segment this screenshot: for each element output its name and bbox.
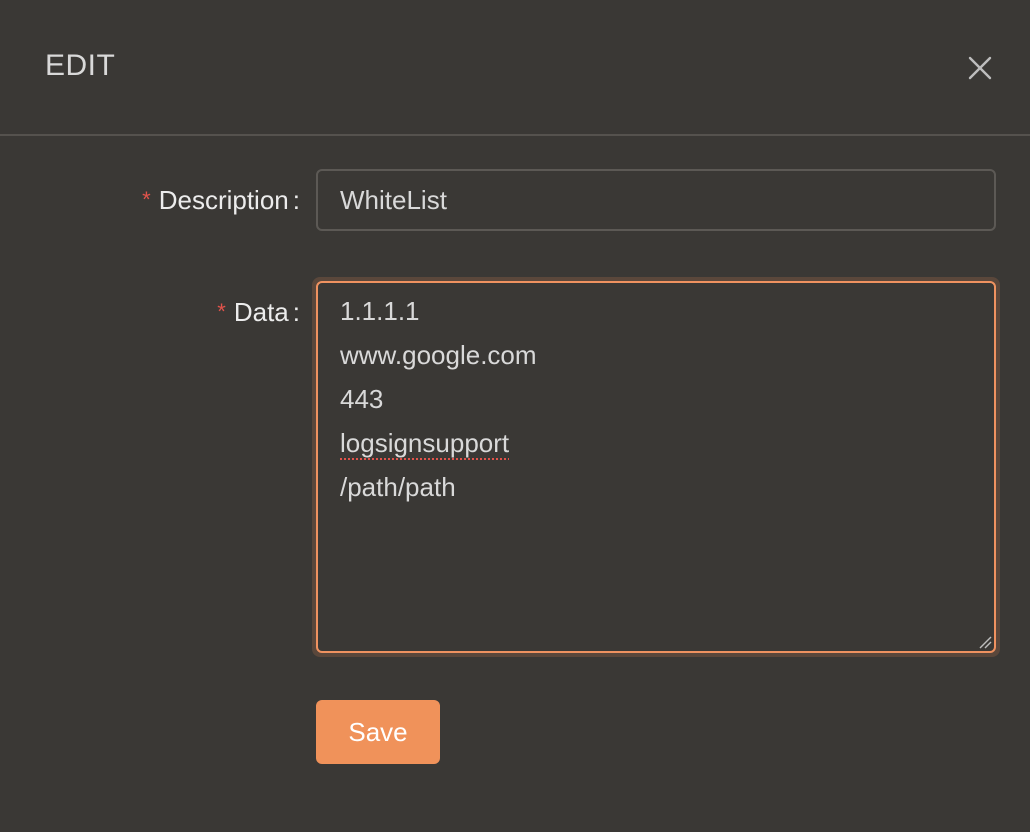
close-button[interactable] [962,50,998,86]
label-colon: : [292,185,300,215]
data-line: 443 [340,384,384,414]
dialog-title: EDIT [45,49,116,82]
data-label-text: Data [233,297,289,327]
description-label: * Description: [142,184,300,218]
close-icon [968,56,992,80]
data-line: logsignsupport [340,421,537,465]
data-line: 1.1.1.1 [340,296,420,326]
data-label: * Data: [217,296,300,330]
misspelled-word: logsignsupport [340,428,510,458]
data-textarea-content[interactable]: 1.1.1.1 www.google.com 443 logsignsuppor… [340,289,537,509]
resize-handle-icon[interactable] [978,635,992,649]
required-mark: * [217,299,226,324]
label-colon: : [292,297,300,327]
dialog-header: EDIT [0,0,1030,136]
description-input[interactable] [316,169,996,231]
data-line: www.google.com [340,340,537,370]
required-mark: * [142,187,151,212]
data-line: /path/path [340,472,456,502]
edit-dialog: EDIT * Description: * Data: 1.1.1.1 www.go… [0,0,1030,832]
save-button[interactable]: Save [316,700,440,764]
description-label-text: Description [158,185,289,215]
